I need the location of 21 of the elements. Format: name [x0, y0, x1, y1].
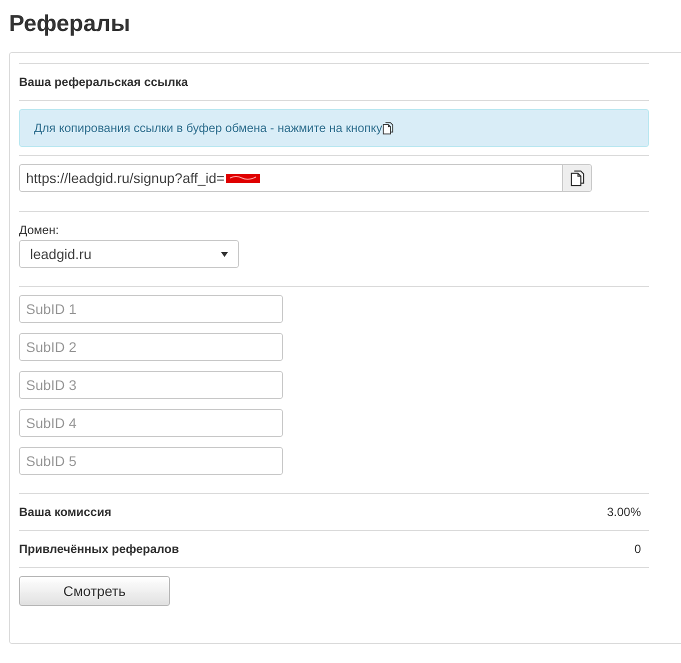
- subid-field[interactable]: SubID 5: [19, 447, 283, 475]
- view-button[interactable]: Смотреть: [19, 576, 170, 606]
- dropdown-caret-icon: [221, 252, 228, 256]
- alert-text: Для копирования ссылки в буфер обмена - нажмите на кнопку: [34, 120, 382, 137]
- referral-link-field[interactable]: https://leadgid.ru/signup?aff_id=: [19, 164, 592, 192]
- stat-value: 0: [634, 541, 641, 558]
- stat-value: 3.00%: [606, 504, 641, 521]
- subid-field[interactable]: SubID 1: [19, 295, 283, 323]
- domain-label: Домен:: [19, 223, 60, 237]
- copy-icon: [570, 170, 584, 186]
- link-text: https://leadgid.ru/signup?aff_id=: [26, 168, 225, 188]
- copy-button[interactable]: [562, 165, 591, 191]
- copy-icon: [382, 122, 394, 134]
- subid-field[interactable]: SubID 4: [19, 409, 283, 437]
- subid-field[interactable]: SubID 3: [19, 371, 283, 399]
- subid-field[interactable]: SubID 2: [19, 333, 283, 361]
- stat-label: Ваша комиссия: [19, 504, 112, 521]
- stat-label: Привлечённых рефералов: [19, 541, 179, 558]
- section-heading: Ваша реферальская ссылка: [19, 74, 188, 91]
- page-title: Рефералы: [8, 9, 132, 38]
- domain-select[interactable]: leadgid.ru: [19, 240, 239, 268]
